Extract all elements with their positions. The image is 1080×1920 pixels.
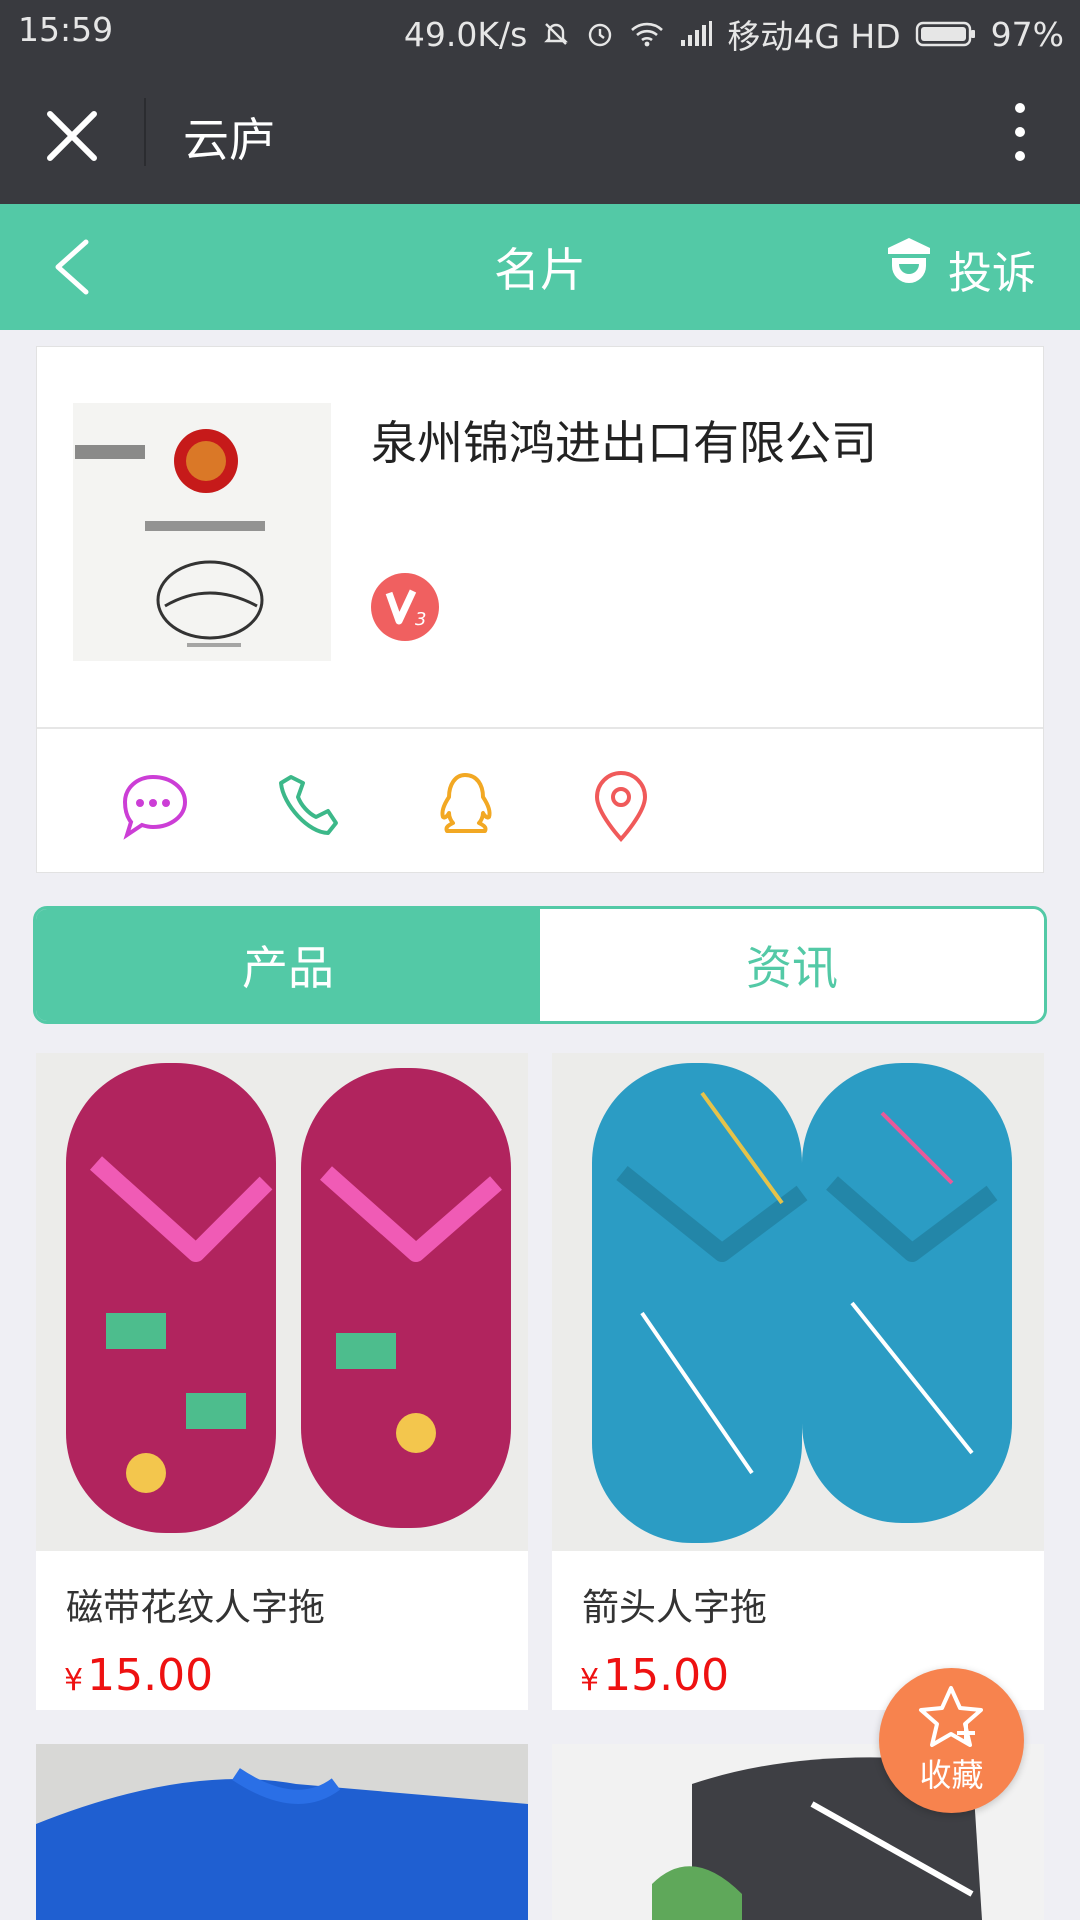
status-time: 15:59 <box>18 10 114 49</box>
product-card[interactable]: 磁带花纹人字拖 ¥15.00 <box>36 1053 528 1710</box>
wechat-top-bar: 云庐 <box>0 60 1080 204</box>
contact-actions <box>113 767 661 847</box>
qq-icon[interactable] <box>425 767 505 847</box>
vip-level-badge: 3 <box>371 573 439 641</box>
battery-level: 97% <box>990 14 1064 54</box>
close-icon[interactable] <box>36 100 108 172</box>
divider <box>37 727 1043 729</box>
nav-bar: 名片 投诉 <box>0 204 1080 330</box>
message-icon[interactable] <box>113 767 193 847</box>
location-pin-icon[interactable] <box>581 767 661 847</box>
signal-icon <box>679 20 713 48</box>
product-image <box>36 1053 528 1551</box>
product-card[interactable] <box>36 1744 528 1920</box>
mute-icon <box>541 19 571 49</box>
wifi-icon <box>629 19 665 49</box>
complain-button[interactable]: 投诉 <box>882 234 1036 303</box>
product-card[interactable]: 箭头人字拖 ¥15.00 <box>552 1053 1044 1710</box>
product-name: 箭头人字拖 <box>582 1586 767 1629</box>
network-speed: 49.0K/s <box>403 14 528 54</box>
product-price: ¥15.00 <box>64 1650 214 1701</box>
company-name: 泉州锦鸿进出口有限公司 <box>371 416 877 470</box>
battery-icon <box>915 20 977 48</box>
product-name: 磁带花纹人字拖 <box>66 1586 325 1629</box>
divider <box>144 98 146 166</box>
company-logo-image <box>73 403 331 661</box>
product-price: ¥15.00 <box>580 1650 730 1701</box>
phone-icon[interactable] <box>269 767 349 847</box>
carrier-label: 移动4G HD <box>727 17 901 56</box>
alarm-icon <box>585 19 615 49</box>
status-bar: 15:59 49.0K/s 移动4G HD 97% <box>0 0 1080 60</box>
product-image <box>552 1053 1044 1551</box>
product-image <box>36 1744 528 1920</box>
favorite-button[interactable]: 收藏 <box>879 1668 1024 1813</box>
more-options-icon[interactable] <box>996 96 1044 168</box>
svg-text:3: 3 <box>415 609 426 630</box>
tab-news[interactable]: 资讯 <box>540 909 1044 1021</box>
tab-products[interactable]: 产品 <box>36 909 540 1021</box>
content-tabs: 产品 资讯 <box>33 906 1047 1024</box>
business-card: 泉州锦鸿进出口有限公司 3 <box>36 346 1044 873</box>
complain-label: 投诉 <box>948 247 1036 299</box>
police-officer-icon <box>882 234 936 303</box>
favorite-label: 收藏 <box>919 1756 984 1794</box>
page-title: 云庐 <box>183 113 275 167</box>
